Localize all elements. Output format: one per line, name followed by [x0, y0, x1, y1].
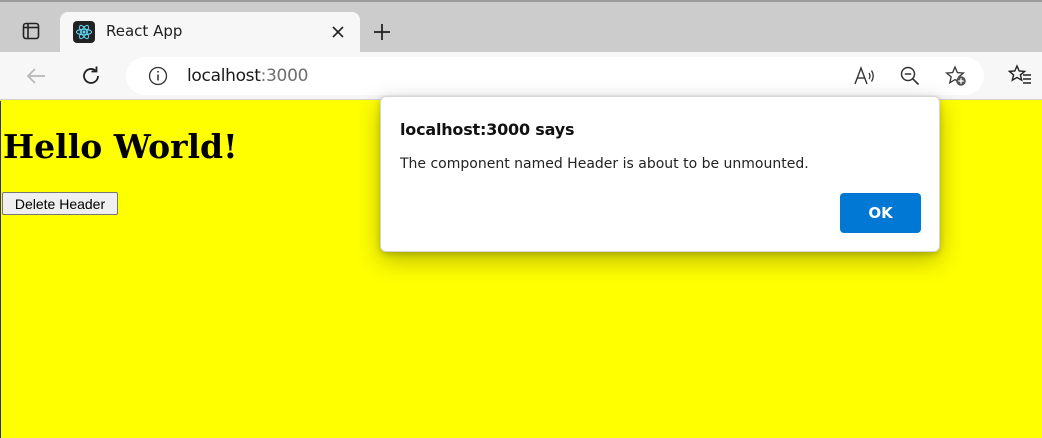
- tab-actions-icon[interactable]: [11, 14, 51, 48]
- url-port: :3000: [260, 66, 309, 86]
- ok-button[interactable]: OK: [840, 193, 921, 233]
- url-host: localhost: [187, 66, 261, 86]
- favorites-icon[interactable]: [1006, 60, 1034, 90]
- back-arrow-icon[interactable]: [20, 60, 52, 92]
- page-heading: Hello World!: [3, 127, 238, 166]
- alert-dialog: localhost:3000 says The component named …: [380, 96, 940, 252]
- info-icon[interactable]: [148, 66, 168, 86]
- tab-react-app[interactable]: React App: [60, 12, 360, 52]
- dialog-title: localhost:3000 says: [400, 120, 575, 139]
- browser-tab-strip: React App: [0, 0, 1042, 52]
- zoom-out-icon[interactable]: [898, 65, 922, 87]
- react-icon: [73, 21, 95, 43]
- dialog-message: The component named Header is about to b…: [400, 156, 809, 172]
- add-favorite-icon[interactable]: [944, 65, 968, 87]
- window-top-border: [0, 0, 1042, 2]
- close-icon[interactable]: [328, 22, 348, 42]
- address-url: localhost:3000: [187, 66, 308, 86]
- plus-icon[interactable]: [366, 16, 398, 48]
- tab-title: React App: [106, 22, 183, 40]
- browser-toolbar: localhost:3000: [0, 52, 1042, 100]
- delete-header-button[interactable]: Delete Header: [2, 192, 118, 215]
- address-bar[interactable]: localhost:3000: [126, 57, 984, 95]
- reload-icon[interactable]: [75, 60, 107, 92]
- read-aloud-icon[interactable]: [853, 65, 877, 87]
